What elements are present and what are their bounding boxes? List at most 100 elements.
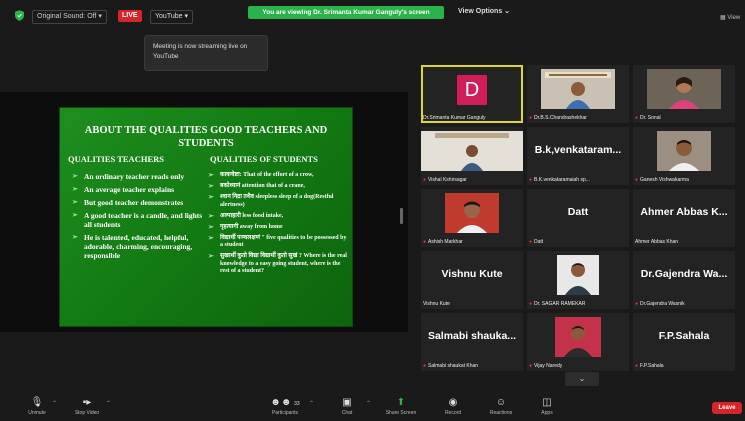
student-point: सुखार्थी कुतो विद्या विद्यार्थी कुतो सुख… <box>208 253 348 276</box>
view-layout-button[interactable]: ▦ View <box>720 12 740 24</box>
participant-name: ● Ashish Markhar <box>423 239 463 246</box>
participants-icon: ☻☻ 33 <box>270 397 300 408</box>
participant-video <box>555 317 601 357</box>
reactions-button[interactable]: ☺ Reactions <box>480 392 522 421</box>
participant-tile[interactable]: F.P.Sahala ● F.P.Sahala <box>633 313 735 371</box>
streaming-tooltip: Meeting is now streaming live on YouTube <box>144 35 268 71</box>
student-point: गृहत्यागी away from home <box>208 224 348 232</box>
participant-name-text: Datt <box>534 239 544 245</box>
chat-bubble-icon: ▣ <box>342 397 352 408</box>
chat-button[interactable]: ▣ Chat <box>326 392 368 421</box>
participant-name-text: Dr.B.S.Chandrashekhar <box>534 115 587 121</box>
participant-name-text: Ashish Markhar <box>428 239 463 245</box>
students-heading: QUALITIES OF STUDENTS <box>210 154 318 164</box>
participant-name-text: Dr. Sonal <box>640 115 661 121</box>
participant-tile[interactable]: ● Ashish Markhar <box>421 189 523 247</box>
apps-label: Apps <box>541 410 553 416</box>
teachers-heading: QUALITIES TEACHERS <box>68 154 164 164</box>
participant-display-name: F.P.Sahala <box>658 330 710 342</box>
muted-mic-icon: ● <box>635 301 639 307</box>
reactions-label: Reactions <box>489 410 513 416</box>
participants-button[interactable]: ☻☻ 33 Participants <box>264 392 306 421</box>
participant-display-name: Dr.Gajendra Wa... <box>640 268 728 280</box>
original-sound-label: Original Sound: Off <box>37 13 97 20</box>
muted-mic-icon: ● <box>423 177 427 183</box>
security-shield-icon[interactable] <box>15 10 24 21</box>
share-screen-icon: ⬆ <box>396 397 406 408</box>
participant-tile[interactable]: ● Dr. SAGAR RAMEKAR <box>527 251 629 309</box>
participant-display-name: B.k,venkataram... <box>534 144 622 156</box>
participant-tile[interactable]: Datt ● Datt <box>527 189 629 247</box>
muted-mic-icon: ● <box>423 239 427 245</box>
split-resize-handle[interactable] <box>400 208 403 224</box>
view-layout-label: View <box>727 15 741 21</box>
participant-display-name: Salmabi shauka... <box>427 330 517 342</box>
share-screen-button[interactable]: ⬆ Share Screen <box>380 392 422 421</box>
gallery-next-page-chevron-icon[interactable]: ⌄ <box>565 372 599 386</box>
muted-mic-icon: ● <box>529 177 533 183</box>
apps-button[interactable]: ◫ Apps <box>526 392 568 421</box>
original-sound-toggle[interactable]: Original Sound: Off ▾ <box>32 10 107 24</box>
participant-video <box>445 193 499 233</box>
student-point: काकचेष्टा: That of the effort of a crow, <box>208 172 348 180</box>
meeting-controls-toolbar: 🎙 Unmute ⌃ ▪▸ Stop Video ⌃ ☻☻ 33 Partici… <box>0 392 745 421</box>
stop-video-button[interactable]: ▪▸ Stop Video <box>66 392 108 421</box>
chat-options-caret-icon[interactable]: ⌃ <box>366 400 371 407</box>
participant-tile[interactable]: ● Ganesh Vishwakarma <box>633 127 735 185</box>
student-point: श्वान निद्रा तथैव sleepless sleep of a d… <box>208 194 348 209</box>
participant-name: ● Datt <box>529 239 543 246</box>
participant-name-text: Vijay Naredy <box>534 363 563 369</box>
participant-display-name: Vishnu Kute <box>441 268 503 280</box>
student-point: बकोध्यानं attention that of a crane, <box>208 183 348 191</box>
participant-name: ● B.K.venkataramaiah sp... <box>529 177 590 184</box>
participant-name: Dr.Srimanta Kumar Ganguly <box>423 115 486 121</box>
record-button[interactable]: ◉ Record <box>432 392 474 421</box>
participant-name-text: Vishal Kshirsagar <box>428 177 467 183</box>
participant-tile[interactable]: Salmabi shauka... ● Salmabi shaukat Khan <box>421 313 523 371</box>
muted-mic-icon: ● <box>529 363 533 369</box>
participant-name: ● Salmabi shaukat Khan <box>423 363 478 370</box>
participant-name: Vishnu Kute <box>423 301 450 307</box>
participants-count: 33 <box>294 401 300 407</box>
participant-tile[interactable]: ● Dr.B.S.Chandrashekhar <box>527 65 629 123</box>
participant-display-name: Ahmer Abbas K... <box>640 206 728 218</box>
presentation-slide: ABOUT THE QUALITIES GOOD TEACHERS AND ST… <box>60 108 352 326</box>
muted-mic-icon: ● <box>529 115 533 121</box>
participants-options-caret-icon[interactable]: ⌃ <box>309 400 314 407</box>
student-point: अल्पाहारी less food intake, <box>208 213 348 221</box>
muted-mic-icon: ● <box>529 301 533 307</box>
chat-label: Chat <box>341 410 353 416</box>
live-badge[interactable]: LIVE <box>118 10 142 22</box>
participant-tile[interactable]: Ahmer Abbas K... Ahmer Abbas Khan <box>633 189 735 247</box>
teacher-point: An ordinary teacher reads only <box>72 172 207 181</box>
participant-tile[interactable]: Vishnu Kute Vishnu Kute <box>421 251 523 309</box>
reactions-smiley-icon: ☺ <box>495 397 507 408</box>
participant-tile[interactable]: Dr.Gajendra Wa... ● Dr.Gajendra Wasnik <box>633 251 735 309</box>
participant-tile[interactable]: ● Dr. Sonal <box>633 65 735 123</box>
participant-tile-active-speaker[interactable]: D Dr.Srimanta Kumar Ganguly <box>421 65 523 123</box>
participant-video <box>657 131 711 171</box>
student-point: विद्यार्थी पञ्चलक्षणं " five qualities t… <box>208 235 348 250</box>
muted-mic-icon: ● <box>635 363 639 369</box>
unmute-label: Unmute <box>28 410 46 416</box>
participant-name: ● Vishal Kshirsagar <box>423 177 467 184</box>
participant-name-text: F.P.Sahala <box>640 363 664 369</box>
participant-name: ● Dr.B.S.Chandrashekhar <box>529 115 587 122</box>
video-options-caret-icon[interactable]: ⌃ <box>106 400 111 407</box>
participant-name: ● Dr. Sonal <box>635 115 661 122</box>
audio-options-caret-icon[interactable]: ⌃ <box>52 400 57 407</box>
participant-name: ● F.P.Sahala <box>635 363 664 370</box>
record-icon: ◉ <box>448 397 458 408</box>
participants-label: Participants <box>271 410 299 416</box>
participant-tile[interactable]: ● Vishal Kshirsagar <box>421 127 523 185</box>
leave-button[interactable]: Leave <box>712 402 742 414</box>
participant-tile[interactable]: ● Vijay Naredy <box>527 313 629 371</box>
view-options-label: View Options <box>458 8 503 15</box>
youtube-dropdown[interactable]: YouTube ▾ <box>150 10 193 24</box>
participant-tile[interactable]: B.k,venkataram... ● B.K.venkataramaiah sp… <box>527 127 629 185</box>
participant-video <box>421 131 523 171</box>
participant-name-text: Dr.Gajendra Wasnik <box>640 301 685 307</box>
participant-name: ● Vijay Naredy <box>529 363 562 370</box>
view-options-dropdown[interactable]: View Options ⌄ <box>458 6 510 18</box>
apps-icon: ◫ <box>542 397 552 408</box>
